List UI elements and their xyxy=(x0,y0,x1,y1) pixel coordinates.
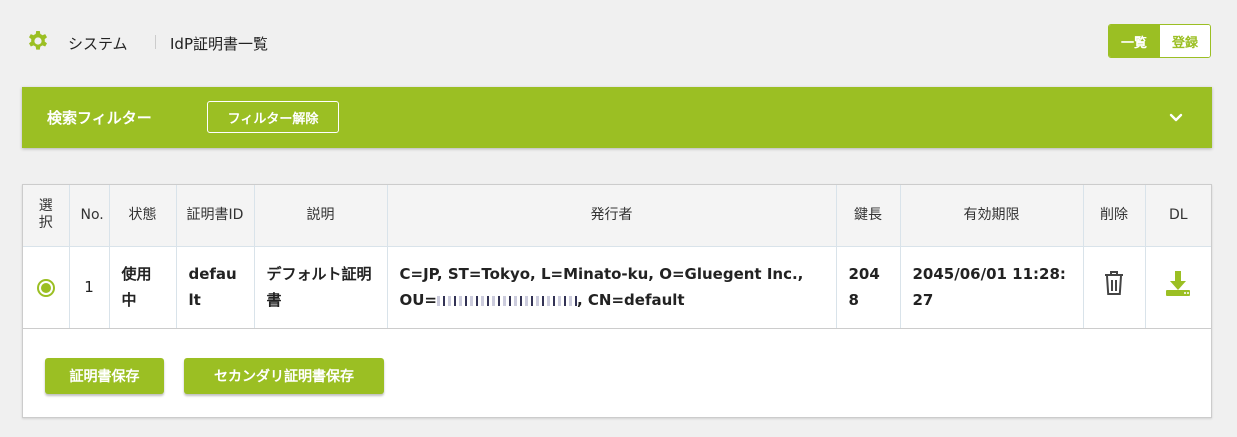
row-delete-cell xyxy=(1083,246,1146,329)
issuer-ou-prefix: OU= xyxy=(399,291,438,309)
row-expiry: 2045/06/01 11:28:27 xyxy=(900,246,1084,329)
table-header-row: 選択 No. 状態 証明書ID 説明 発行者 鍵長 有効期限 削除 DL xyxy=(23,185,1211,247)
search-filter-bar[interactable]: 検索フィルター フィルター解除 xyxy=(22,87,1212,148)
certificate-table: 選択 No. 状態 証明書ID 説明 発行者 鍵長 有効期限 削除 DL 1 使… xyxy=(23,185,1211,329)
col-key-length: 鍵長 xyxy=(836,185,901,247)
breadcrumb-system[interactable]: システム xyxy=(68,33,128,54)
col-cert-id: 証明書ID xyxy=(176,185,255,247)
issuer-line2-suffix: , CN=default xyxy=(577,291,685,309)
trash-icon[interactable] xyxy=(1102,269,1126,297)
breadcrumb-separator xyxy=(155,35,156,49)
page-header: システム IdP証明書一覧 一覧 登録 xyxy=(0,0,1237,84)
row-select-cell xyxy=(23,246,70,329)
col-download: DL xyxy=(1145,185,1211,247)
col-expiry: 有効期限 xyxy=(900,185,1084,247)
gear-icon xyxy=(29,31,47,50)
redacted-ou xyxy=(437,295,577,306)
col-delete: 削除 xyxy=(1083,185,1146,247)
save-secondary-cert-button[interactable]: セカンダリ証明書保存 xyxy=(184,358,384,394)
page-title: IdP証明書一覧 xyxy=(170,35,268,53)
row-select-radio[interactable] xyxy=(36,278,55,297)
col-select: 選択 xyxy=(23,185,70,247)
row-no: 1 xyxy=(69,246,110,329)
table-row: 1 使用中 default デフォルト証明書 C=JP, ST=Tokyo, L… xyxy=(23,246,1211,329)
chevron-down-icon[interactable] xyxy=(1167,109,1185,127)
filter-title: 検索フィルター xyxy=(47,109,152,127)
save-cert-button[interactable]: 証明書保存 xyxy=(45,358,164,394)
row-download-cell xyxy=(1145,246,1211,329)
issuer-line2: OU= , CN=default xyxy=(400,287,824,313)
certificate-panel: 選択 No. 状態 証明書ID 説明 発行者 鍵長 有効期限 削除 DL 1 使… xyxy=(22,184,1212,418)
col-description: 説明 xyxy=(254,185,388,247)
view-toggle: 一覧 登録 xyxy=(1108,24,1211,58)
row-cert-id: default xyxy=(176,246,255,329)
filter-clear-button[interactable]: フィルター解除 xyxy=(207,101,339,133)
row-description: デフォルト証明書 xyxy=(254,246,388,329)
row-issuer: C=JP, ST=Tokyo, L=Minato-ku, O=Gluegent … xyxy=(387,246,837,329)
col-no: No. xyxy=(69,185,110,247)
toggle-list-button[interactable]: 一覧 xyxy=(1109,25,1159,57)
toggle-register-button[interactable]: 登録 xyxy=(1159,25,1210,57)
row-key-length: 2048 xyxy=(836,246,901,329)
download-icon[interactable] xyxy=(1164,269,1192,297)
col-issuer: 発行者 xyxy=(387,185,837,247)
col-status: 状態 xyxy=(109,185,177,247)
issuer-line1: C=JP, ST=Tokyo, L=Minato-ku, O=Gluegent … xyxy=(399,265,804,283)
row-status: 使用中 xyxy=(109,246,177,329)
